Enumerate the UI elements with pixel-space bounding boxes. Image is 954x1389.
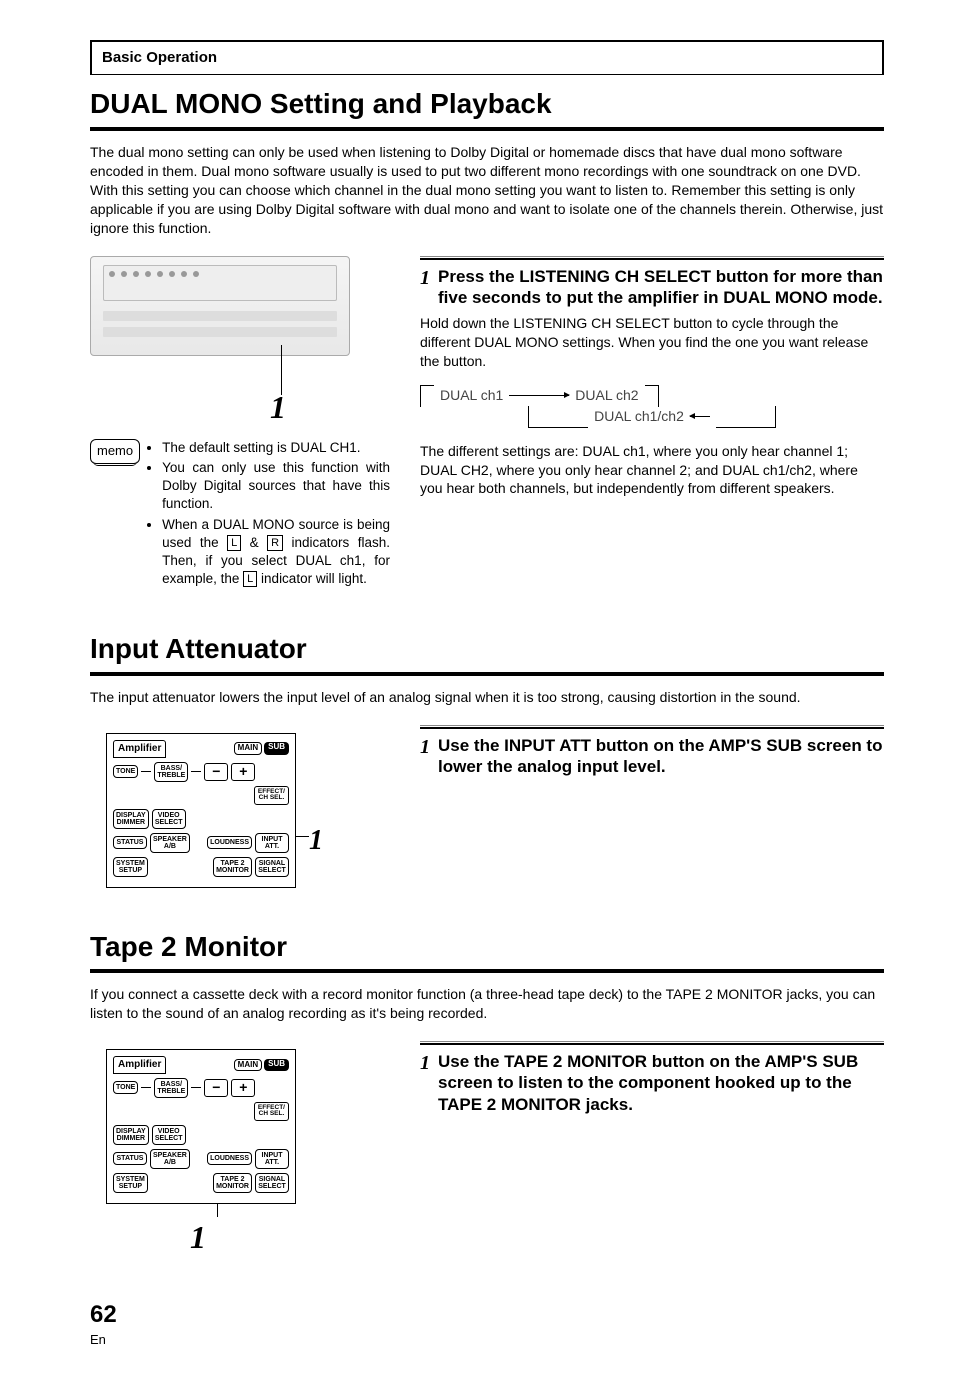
section-header: Basic Operation <box>90 40 884 75</box>
step-title: Use the INPUT ATT button on the AMP'S SU… <box>438 735 884 778</box>
title-rule <box>90 672 884 676</box>
remote-amp-label: Amplifier <box>113 1056 166 1074</box>
arrow-right-icon <box>509 395 569 396</box>
step-heading: 1 Use the TAPE 2 MONITOR button on the A… <box>420 1051 884 1115</box>
arrow-left-icon <box>690 416 710 417</box>
step-title: Use the TAPE 2 MONITOR button on the AMP… <box>438 1051 884 1115</box>
memo-list: The default setting is DUAL CH1. You can… <box>148 439 390 591</box>
effect-chsel-button: EFFECT/ CH SEL. <box>254 1102 289 1121</box>
minus-button: − <box>204 763 228 781</box>
tone-button: TONE <box>113 765 138 778</box>
step-number: 1 <box>420 735 430 760</box>
page-footer: 62 En <box>90 1299 884 1349</box>
minus-button: − <box>204 1079 228 1097</box>
display-dimmer-button: DISPLAY DIMMER <box>113 809 149 829</box>
speaker-ab-button: SPEAKER A/B <box>150 1149 190 1169</box>
remote-sub-badge: SUB <box>264 742 289 755</box>
tone-button: TONE <box>113 1081 138 1094</box>
tape2-monitor-button: TAPE 2 MONITOR <box>213 857 252 877</box>
video-select-button: VIDEO SELECT <box>152 1125 186 1145</box>
cycle-ch1ch2: DUAL ch1/ch2 <box>594 407 684 426</box>
cycle-diagram: DUAL ch1 DUAL ch2 DUAL ch1/ch2 <box>420 385 884 428</box>
step-divider <box>420 1041 884 1045</box>
memo-item: When a DUAL MONO source is being used th… <box>162 516 390 589</box>
remote-figure: Amplifier MAIN SUB TONE BASS/ TREBLE − + <box>106 1049 296 1204</box>
input-att-button: INPUT ATT. <box>255 1149 289 1169</box>
loudness-button: LOUDNESS <box>207 836 252 849</box>
status-button: STATUS <box>113 1152 147 1165</box>
memo-text: indicator will light. <box>257 571 367 586</box>
title-rule <box>90 127 884 131</box>
bass-treble-button: BASS/ TREBLE <box>154 1078 188 1098</box>
step-divider <box>420 256 884 260</box>
remote-main-badge: MAIN <box>234 742 262 755</box>
step-number: 1 <box>420 1051 430 1076</box>
title-rule <box>90 969 884 973</box>
section3-intro: If you connect a cassette deck with a re… <box>90 985 884 1023</box>
page-language: En <box>90 1331 884 1349</box>
section2-title: Input Attenuator <box>90 630 884 668</box>
step1-body: Hold down the LISTENING CH SELECT button… <box>420 314 884 371</box>
cycle-ch2: DUAL ch2 <box>575 386 638 405</box>
loudness-button: LOUDNESS <box>207 1152 252 1165</box>
effect-chsel-button: EFFECT/ CH SEL. <box>254 786 289 805</box>
plus-button: + <box>231 763 255 781</box>
input-att-button: INPUT ATT. <box>255 833 289 853</box>
step-number: 1 <box>420 266 430 291</box>
signal-select-button: SIGNAL SELECT <box>255 857 289 877</box>
step-heading: 1 Use the INPUT ATT button on the AMP'S … <box>420 735 884 778</box>
section3-title: Tape 2 Monitor <box>90 928 884 966</box>
bass-treble-button: BASS/ TREBLE <box>154 762 188 782</box>
figure-callout-1: 1 <box>270 386 390 429</box>
speaker-ab-button: SPEAKER A/B <box>150 833 190 853</box>
system-setup-button: SYSTEM SETUP <box>113 857 148 877</box>
system-setup-button: SYSTEM SETUP <box>113 1173 148 1193</box>
cycle-ch1: DUAL ch1 <box>440 386 503 405</box>
memo-item: You can only use this function with Dolb… <box>162 459 390 514</box>
figure-callout-1: 1 <box>190 1216 390 1259</box>
memo-label: memo <box>90 439 140 465</box>
l-indicator-icon: L <box>243 571 257 587</box>
plus-button: + <box>231 1079 255 1097</box>
section2-intro: The input attenuator lowers the input le… <box>90 688 884 707</box>
step-divider <box>420 725 884 729</box>
remote-figure: Amplifier MAIN SUB TONE BASS/ TREBLE − + <box>106 733 296 888</box>
step1-explain: The different settings are: DUAL ch1, wh… <box>420 442 884 499</box>
r-indicator-icon: R <box>267 535 283 551</box>
status-button: STATUS <box>113 836 147 849</box>
step-title: Press the LISTENING CH SELECT button for… <box>438 266 884 309</box>
page-number: 62 <box>90 1299 884 1331</box>
remote-amp-label: Amplifier <box>113 740 166 758</box>
memo-item: The default setting is DUAL CH1. <box>162 439 390 457</box>
section1-title: DUAL MONO Setting and Playback <box>90 85 884 123</box>
step1-heading: 1 Press the LISTENING CH SELECT button f… <box>420 266 884 309</box>
memo-text: & <box>241 535 267 550</box>
video-select-button: VIDEO SELECT <box>152 809 186 829</box>
signal-select-button: SIGNAL SELECT <box>255 1173 289 1193</box>
section1-intro: The dual mono setting can only be used w… <box>90 143 884 237</box>
display-dimmer-button: DISPLAY DIMMER <box>113 1125 149 1145</box>
amplifier-figure <box>90 256 350 356</box>
remote-sub-badge: SUB <box>264 1059 289 1072</box>
remote-main-badge: MAIN <box>234 1059 262 1072</box>
tape2-monitor-button: TAPE 2 MONITOR <box>213 1173 252 1193</box>
l-indicator-icon: L <box>227 535 241 551</box>
figure-callout-1: 1 <box>309 822 323 860</box>
